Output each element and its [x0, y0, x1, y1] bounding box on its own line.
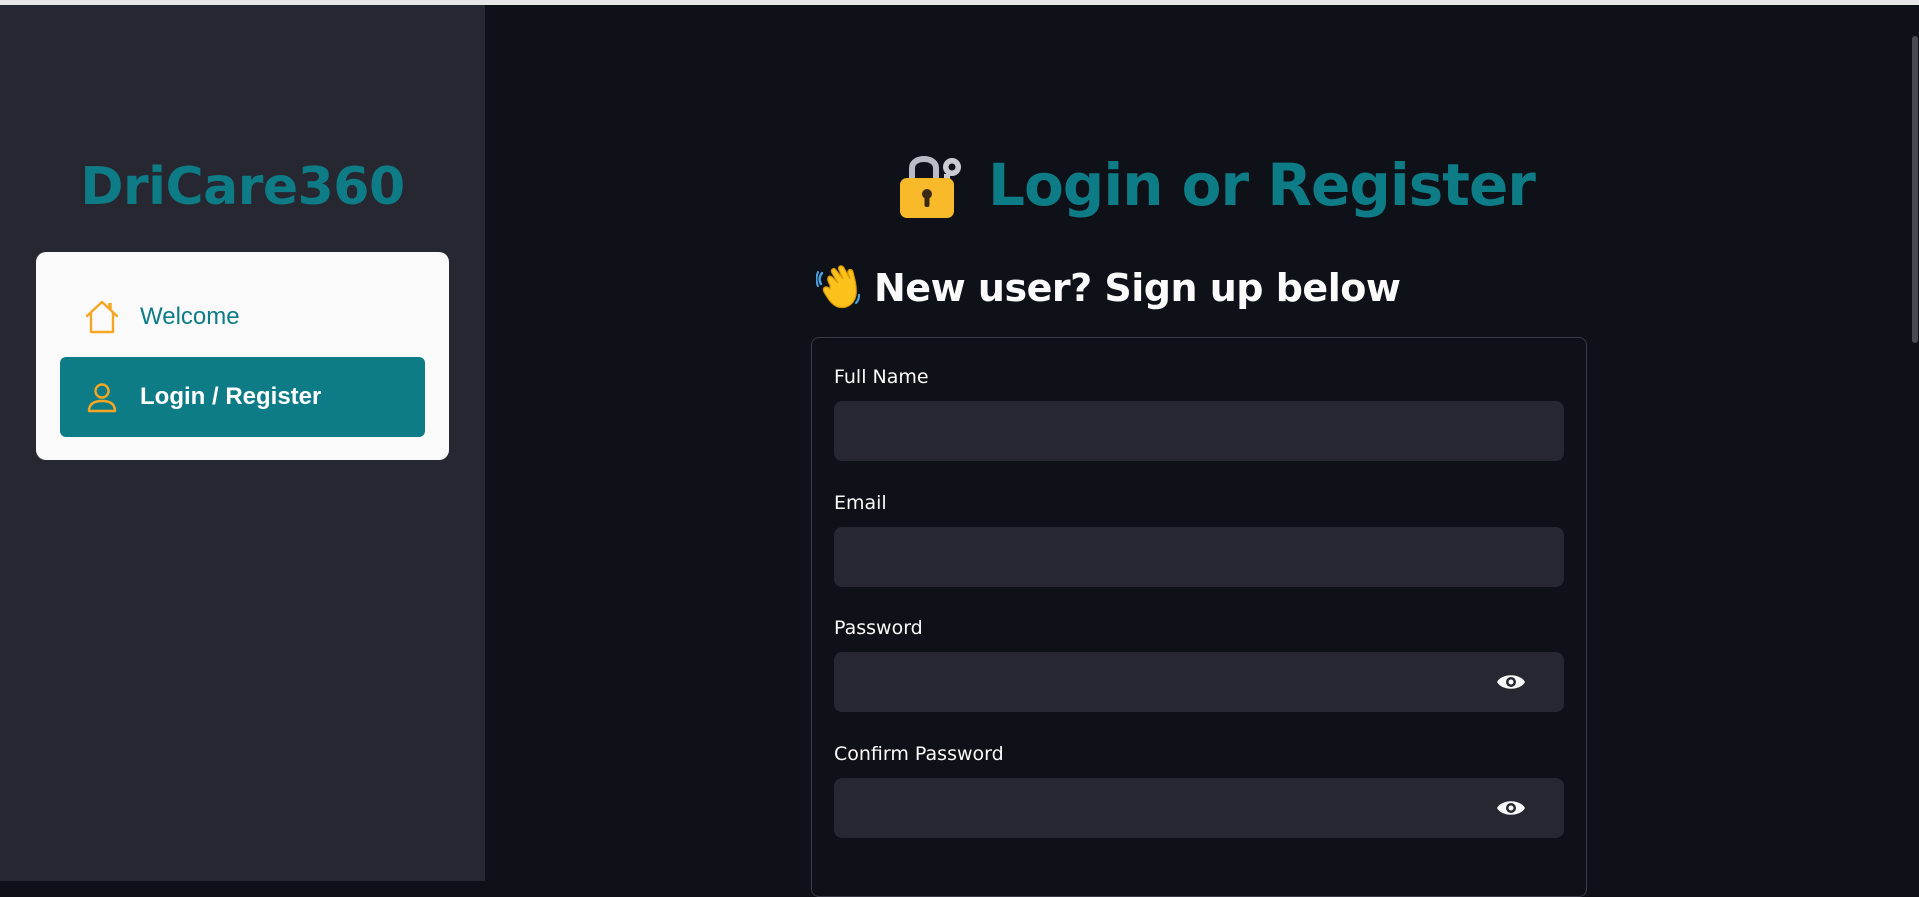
email-label: Email [834, 492, 887, 514]
nav-menu: Welcome Login / Register [36, 252, 449, 460]
sidebar: DriCare360 Welcome Login / Register [0, 5, 485, 881]
show-password-eye-icon[interactable] [1495, 670, 1527, 694]
app-brand: DriCare360 [80, 157, 405, 217]
locked-with-key-icon [896, 148, 966, 222]
house-icon [82, 297, 122, 337]
page-title: Login or Register [896, 140, 1536, 230]
signup-form: Full Name Email Password Confirm Passwor… [811, 337, 1587, 897]
email-input[interactable] [834, 527, 1564, 587]
nav-item-welcome[interactable]: Welcome [60, 277, 425, 357]
nav-item-login-register[interactable]: Login / Register [60, 357, 425, 437]
password-input[interactable] [834, 652, 1564, 712]
person-icon [82, 377, 122, 417]
password-label: Password [834, 617, 923, 639]
full-name-input[interactable] [834, 401, 1564, 461]
signup-heading: New user? Sign up below [815, 262, 1401, 314]
full-name-label: Full Name [834, 366, 929, 388]
nav-item-label: Login / Register [140, 383, 322, 410]
signup-heading-text: New user? Sign up below [874, 266, 1401, 310]
scrollbar-thumb[interactable] [1912, 36, 1918, 343]
waving-hand-icon [815, 265, 862, 311]
confirm-password-label: Confirm Password [834, 743, 1004, 765]
page-title-text: Login or Register [988, 151, 1536, 219]
show-confirm-password-eye-icon[interactable] [1495, 796, 1527, 820]
confirm-password-input[interactable] [834, 778, 1564, 838]
nav-item-label: Welcome [140, 303, 240, 330]
